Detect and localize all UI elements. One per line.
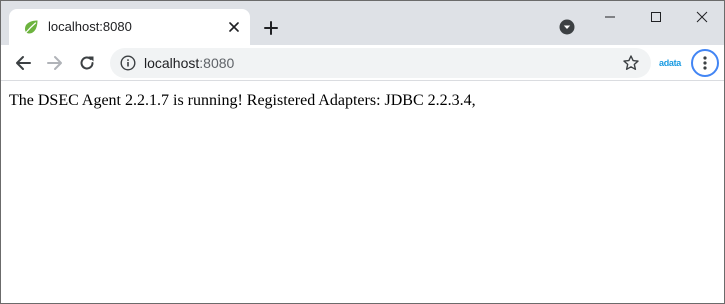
reload-icon[interactable]	[74, 50, 100, 76]
agent-status-text: The DSEC Agent 2.2.1.7 is running! Regis…	[9, 92, 476, 109]
tab-title: localhost:8080	[48, 19, 132, 34]
tab-strip: localhost:8080	[1, 1, 724, 45]
back-arrow-icon[interactable]	[10, 50, 36, 76]
bookmark-star-icon[interactable]	[622, 54, 640, 72]
tab-search-dropdown-icon[interactable]	[558, 18, 576, 36]
close-icon[interactable]	[225, 18, 243, 36]
page-content: The DSEC Agent 2.2.1.7 is running! Regis…	[1, 82, 724, 303]
url-host: localhost	[144, 55, 200, 71]
new-tab-plus-icon[interactable]	[260, 17, 282, 39]
spring-leaf-icon	[23, 19, 39, 35]
info-icon[interactable]	[120, 55, 136, 71]
browser-window: localhost:8080 localhost:8080 adata The …	[0, 0, 725, 304]
url-port: :8080	[199, 55, 235, 71]
browser-toolbar: localhost:8080 adata	[1, 45, 724, 81]
tab-localhost[interactable]: localhost:8080	[9, 9, 250, 45]
more-menu-icon[interactable]	[691, 49, 719, 77]
maximize-icon[interactable]	[633, 1, 679, 33]
minimize-icon[interactable]	[587, 1, 633, 33]
url-text[interactable]: localhost:8080	[144, 55, 234, 71]
address-bar[interactable]: localhost:8080	[110, 48, 651, 78]
window-close-icon[interactable]	[679, 1, 724, 33]
extension-icon[interactable]: adata	[659, 56, 687, 70]
forward-arrow-icon[interactable]	[42, 50, 68, 76]
